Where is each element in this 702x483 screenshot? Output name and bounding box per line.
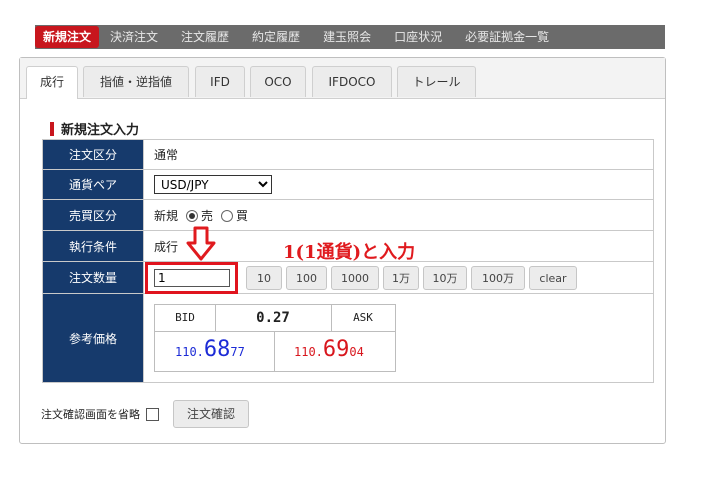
qty-clear-button[interactable]: clear xyxy=(529,265,577,290)
order-type-label: 注文区分 xyxy=(42,139,144,170)
order-type-tabs: 成行 指値・逆指値 IFD OCO IFDOCO トレール xyxy=(20,58,665,99)
bid-price-pips: 68 xyxy=(203,337,231,362)
price-divider xyxy=(274,331,275,371)
tab-oco[interactable]: OCO xyxy=(250,66,306,97)
nav-account-status[interactable]: 口座状況 xyxy=(383,25,454,49)
ask-price-prefix: 110. xyxy=(294,345,323,359)
nav-order-history[interactable]: 注文履歴 xyxy=(170,25,241,49)
buy-label: 買 xyxy=(236,208,249,223)
section-title: 新規注文入力 xyxy=(50,119,139,138)
nav-settlement-order[interactable]: 決済注文 xyxy=(99,25,170,49)
qty-10-button[interactable]: 10 xyxy=(246,265,282,290)
sell-label: 売 xyxy=(201,208,214,223)
qty-10k-button[interactable]: 1万 xyxy=(383,265,419,290)
nav-new-order[interactable]: 新規注文 xyxy=(35,26,100,48)
top-navigation: 新規注文 決済注文 注文履歴 約定履歴 建玉照会 口座状況 必要証拠金一覧 xyxy=(35,25,665,49)
row-quantity: 注文数量 10 100 1000 1万 10万 100万 clear xyxy=(42,261,654,294)
row-reference-price: 参考価格 BID 0.27 ASK 110.6877 110.6904 xyxy=(42,293,654,383)
section-title-text: 新規注文入力 xyxy=(61,123,140,138)
qty-100k-button[interactable]: 10万 xyxy=(423,265,467,290)
tab-market[interactable]: 成行 xyxy=(26,66,78,99)
annotation-text: 1(1通貨)と入力 xyxy=(283,242,416,263)
ask-price-pips: 69 xyxy=(322,337,350,362)
order-confirm-button[interactable]: 注文確認 xyxy=(173,400,250,428)
side-label: 売買区分 xyxy=(42,199,144,231)
bid-price-fraction: 77 xyxy=(230,345,245,359)
skip-confirm-label: 注文確認画面を省略 xyxy=(41,408,140,421)
row-side: 売買区分 新規 売 買 xyxy=(42,199,654,231)
tab-ifd[interactable]: IFD xyxy=(195,66,245,97)
qty-1m-button[interactable]: 100万 xyxy=(471,265,525,290)
buy-radio[interactable] xyxy=(221,210,234,222)
nav-required-margin-list[interactable]: 必要証拠金一覧 xyxy=(454,25,561,49)
qty-1000-button[interactable]: 1000 xyxy=(331,265,379,290)
ask-header: ASK xyxy=(331,305,395,332)
sell-radio[interactable] xyxy=(186,210,199,222)
quantity-label: 注文数量 xyxy=(42,261,144,294)
reference-price-label: 参考価格 xyxy=(42,293,144,383)
down-arrow-icon xyxy=(186,226,216,261)
currency-pair-label: 通貨ペア xyxy=(42,169,144,200)
section-title-marker xyxy=(50,121,54,136)
nav-position-inquiry[interactable]: 建玉照会 xyxy=(312,25,383,49)
quantity-highlight-box xyxy=(145,262,238,294)
bid-price[interactable]: 110.6877 xyxy=(175,337,245,362)
row-currency-pair: 通貨ペア USD/JPY xyxy=(42,169,654,200)
skip-confirm-row: 注文確認画面を省略 注文確認 xyxy=(41,400,250,428)
header-divider-2 xyxy=(331,305,332,331)
bid-header: BID xyxy=(155,305,215,332)
tab-limit-stop[interactable]: 指値・逆指値 xyxy=(83,66,189,97)
ask-price[interactable]: 110.6904 xyxy=(294,337,364,362)
tab-ifdoco[interactable]: IFDOCO xyxy=(312,66,392,97)
bid-price-prefix: 110. xyxy=(175,345,204,359)
qty-100-button[interactable]: 100 xyxy=(286,265,327,290)
price-board: BID 0.27 ASK 110.6877 110.6904 xyxy=(154,304,396,372)
nav-execution-history[interactable]: 約定履歴 xyxy=(241,25,312,49)
row-order-type: 注文区分 通常 xyxy=(42,139,654,170)
tab-trail[interactable]: トレール xyxy=(397,66,476,97)
side-prefix: 新規 xyxy=(154,208,179,223)
currency-pair-select[interactable]: USD/JPY xyxy=(154,175,272,194)
skip-confirm-checkbox[interactable] xyxy=(146,407,159,421)
spread-value: 0.27 xyxy=(215,305,331,332)
header-divider-1 xyxy=(215,305,216,331)
exec-condition-label: 執行条件 xyxy=(42,230,144,262)
order-type-value: 通常 xyxy=(143,139,654,170)
ask-price-fraction: 04 xyxy=(349,345,364,359)
